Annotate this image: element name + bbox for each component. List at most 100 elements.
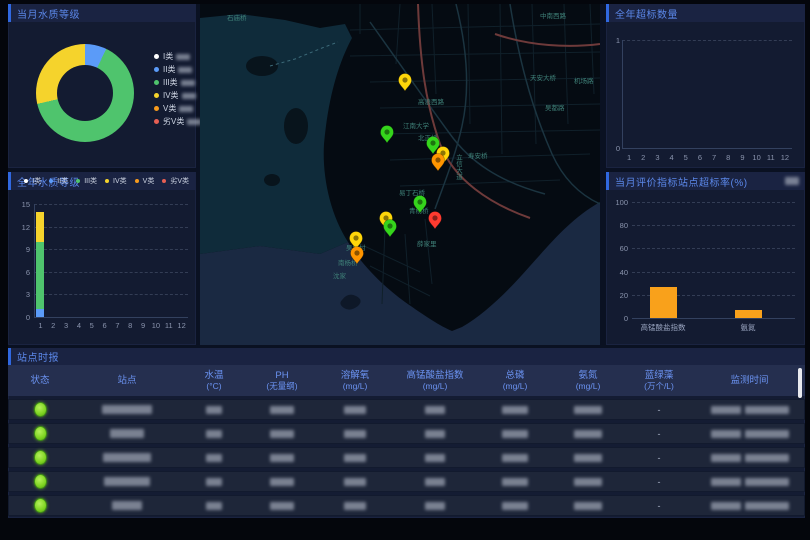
map-label: 天安大桥 — [530, 73, 557, 82]
status-indicator — [34, 498, 47, 513]
donut-chart[interactable] — [36, 44, 134, 142]
x-tick: 7 — [708, 153, 720, 162]
value-redacted — [344, 478, 366, 486]
column-unit: (°C) — [206, 381, 221, 391]
y-tick: 100 — [608, 198, 628, 207]
x-tick: 11 — [765, 153, 777, 162]
value-redacted — [502, 478, 528, 486]
header-redacted-label — [785, 177, 799, 185]
y-tick: 9 — [10, 245, 30, 254]
column-header: 氨氮(mg/L) — [552, 370, 624, 391]
y-tick: 80 — [608, 221, 628, 230]
column-unit: (mg/L) — [423, 381, 448, 391]
donut-chart-area: I类II类III类IV类V类劣V类 — [8, 22, 196, 168]
value-redacted — [574, 430, 602, 438]
y-tick: 12 — [10, 223, 30, 232]
value-redacted — [502, 502, 528, 510]
city-map[interactable]: 石庙桥中南西路高浪西路江南大学北正桥天安大桥机场路吴都路寿安桥立信大道易丁石桥青… — [200, 4, 600, 345]
value-redacted — [425, 430, 445, 438]
table-cell — [246, 430, 318, 438]
algae-value: - — [658, 405, 661, 415]
bay-island — [264, 174, 280, 186]
rate-bar — [735, 310, 762, 318]
exceed-line-chart[interactable]: 10123456789101112 — [606, 22, 805, 168]
bay-island — [246, 56, 278, 76]
y-tick: 3 — [10, 290, 30, 299]
gridline — [34, 294, 188, 295]
table-scrollbar[interactable] — [798, 368, 802, 398]
rate-bar — [650, 287, 677, 318]
donut-legend: I类II类III类IV类V类劣V类 — [154, 50, 201, 128]
legend-dot — [154, 93, 159, 98]
column-unit: (mg/L) — [343, 381, 368, 391]
legend-value-redacted — [182, 93, 196, 99]
column-header: 总磷(mg/L) — [478, 370, 552, 391]
table-row[interactable]: - — [8, 471, 805, 492]
table-header-row: 状态站点水温(°C)PH(无量纲)溶解氧(mg/L)高锰酸盐指数(mg/L)总磷… — [8, 365, 805, 396]
y-axis — [622, 40, 623, 148]
status-indicator — [34, 474, 47, 489]
column-name: 溶解氧 — [341, 370, 370, 381]
table-row[interactable]: - — [8, 447, 805, 468]
table-cell — [318, 454, 392, 462]
table-row[interactable]: - — [8, 423, 805, 444]
x-tick: 6 — [99, 321, 111, 330]
legend-dot — [162, 179, 166, 183]
column-name: 状态 — [30, 375, 49, 386]
x-tick: 5 — [86, 321, 98, 330]
table-row[interactable]: - — [8, 399, 805, 420]
table-cell: - — [624, 429, 694, 439]
legend-value-redacted — [178, 67, 192, 73]
column-unit: (mg/L) — [576, 381, 601, 391]
legend-dot — [154, 119, 159, 124]
table-cell — [182, 406, 246, 414]
gridline — [34, 249, 188, 250]
table-cell — [552, 478, 624, 486]
legend-dot — [154, 54, 159, 59]
legend-item: V类 — [135, 176, 158, 186]
x-tick: 6 — [694, 153, 706, 162]
table-cell — [182, 478, 246, 486]
table-cell — [478, 502, 552, 510]
x-tick: 8 — [722, 153, 734, 162]
table-cell — [8, 450, 72, 465]
legend-item: I类 — [24, 176, 44, 186]
gridline — [622, 40, 792, 41]
value-redacted — [574, 406, 602, 414]
gridline — [632, 248, 795, 249]
yearly-bar-chart[interactable]: 03691215123456789101112 — [8, 190, 196, 345]
value-redacted — [270, 478, 294, 486]
panel-title: 当月水质等级 — [17, 6, 80, 21]
x-axis — [622, 148, 792, 149]
table-cell — [318, 478, 392, 486]
table-body: - - - - - — [8, 399, 805, 516]
table-row[interactable]: - — [8, 495, 805, 516]
x-tick: 4 — [73, 321, 85, 330]
table-cell — [318, 502, 392, 510]
table-cell — [8, 402, 72, 417]
table-cell — [694, 454, 805, 462]
stacked-bar-segment — [36, 242, 44, 310]
legend-item: II类 — [49, 176, 71, 186]
table-cell — [72, 477, 182, 486]
legend-dot — [154, 106, 159, 111]
rate-bar-chart[interactable]: 020406080100高锰酸盐指数氨氮 — [606, 190, 805, 345]
value-redacted — [574, 502, 602, 510]
value-redacted — [344, 454, 366, 462]
dashboard: 当月水质等级 I类II类III类IV类V类劣V类 全年水质等级 I类II类III… — [0, 0, 810, 540]
panel-year-exceed: 全年超标数量 10123456789101112 — [606, 4, 805, 168]
table-cell — [246, 502, 318, 510]
bay-island — [284, 108, 308, 144]
value-redacted — [425, 478, 445, 486]
table-cell — [392, 406, 478, 414]
x-tick: 10 — [150, 321, 162, 330]
legend-item: 劣V类 — [162, 176, 192, 186]
map-panel: 石庙桥中南西路高浪西路江南大学北正桥天安大桥机场路吴都路寿安桥立信大道易丁石桥青… — [200, 4, 600, 345]
x-tick: 1 — [34, 321, 46, 330]
y-tick: 1 — [610, 36, 620, 45]
panel-header: 全年超标数量 — [606, 4, 805, 22]
value-redacted — [425, 502, 445, 510]
gridline — [34, 272, 188, 273]
map-label: 寿安桥 — [468, 151, 488, 160]
value-redacted — [502, 430, 528, 438]
